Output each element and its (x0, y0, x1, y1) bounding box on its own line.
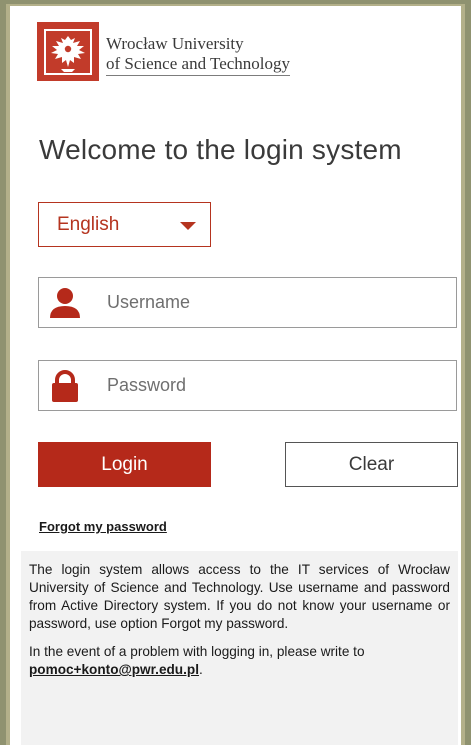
info-box: The login system allows access to the IT… (21, 551, 458, 745)
eagle-emblem-icon (44, 28, 92, 75)
page-title: Welcome to the login system (39, 134, 402, 165)
support-email-link[interactable]: pomoc+konto@pwr.edu.pl (29, 662, 199, 677)
lock-icon (52, 370, 78, 402)
language-select-value: English (57, 213, 120, 235)
support-text-end: . (198, 662, 203, 677)
university-name-line2: of Science and Technology (106, 54, 291, 76)
password-input[interactable] (107, 361, 447, 410)
forgot-password-link[interactable]: Forgot my password (39, 519, 167, 534)
login-button[interactable]: Login (38, 442, 211, 487)
university-logo (37, 22, 99, 81)
clear-button[interactable]: Clear (285, 442, 458, 487)
language-select[interactable]: English (38, 202, 211, 247)
caret-down-icon (180, 222, 196, 230)
username-input[interactable] (107, 278, 447, 327)
password-field[interactable] (38, 360, 457, 411)
user-icon (50, 288, 80, 318)
university-name-line1: Wrocław University (106, 34, 244, 53)
support-paragraph: In the event of a problem with logging i… (29, 643, 450, 679)
username-field[interactable] (38, 277, 457, 328)
support-text: In the event of a problem with logging i… (29, 644, 365, 659)
info-paragraph: The login system allows access to the IT… (29, 562, 450, 631)
university-name: Wrocław University of Science and Techno… (106, 34, 291, 76)
